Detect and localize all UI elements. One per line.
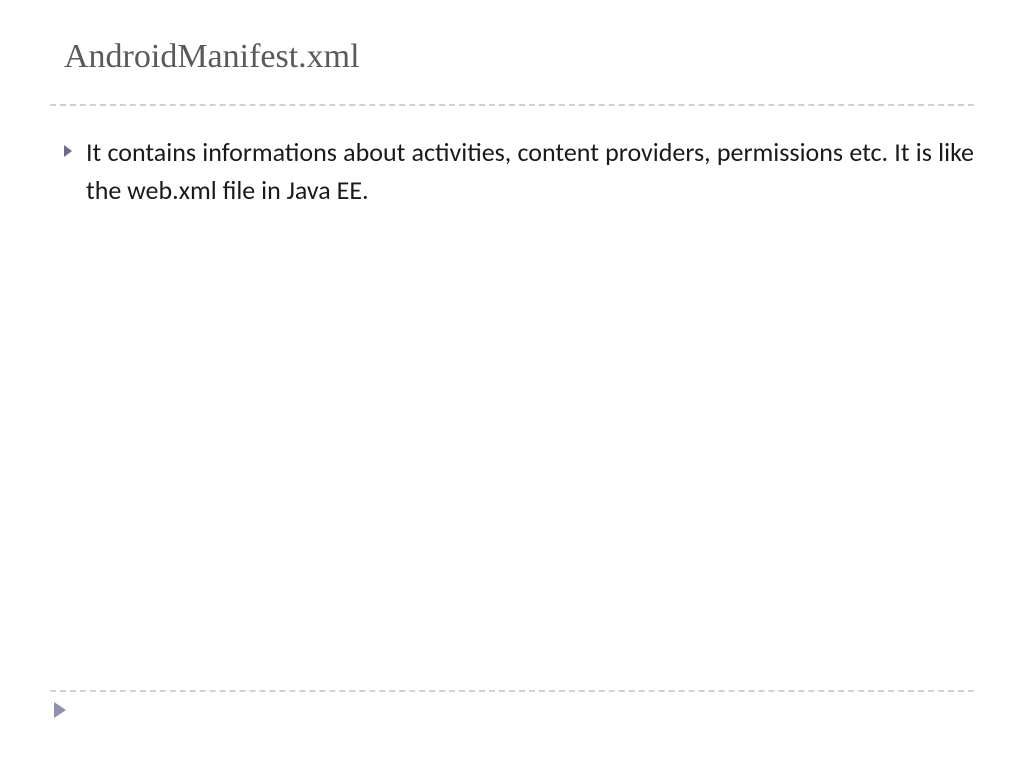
footer-triangle-icon — [54, 702, 66, 718]
bullet-item: It contains informations about activitie… — [64, 134, 974, 209]
bullet-triangle-icon — [64, 145, 72, 157]
slide-footer — [50, 692, 974, 728]
slide-title: AndroidManifest.xml — [50, 30, 974, 104]
bullet-text: It contains informations about activitie… — [86, 134, 974, 209]
slide-content: It contains informations about activitie… — [50, 106, 974, 690]
slide-container: AndroidManifest.xml It contains informat… — [0, 0, 1024, 768]
